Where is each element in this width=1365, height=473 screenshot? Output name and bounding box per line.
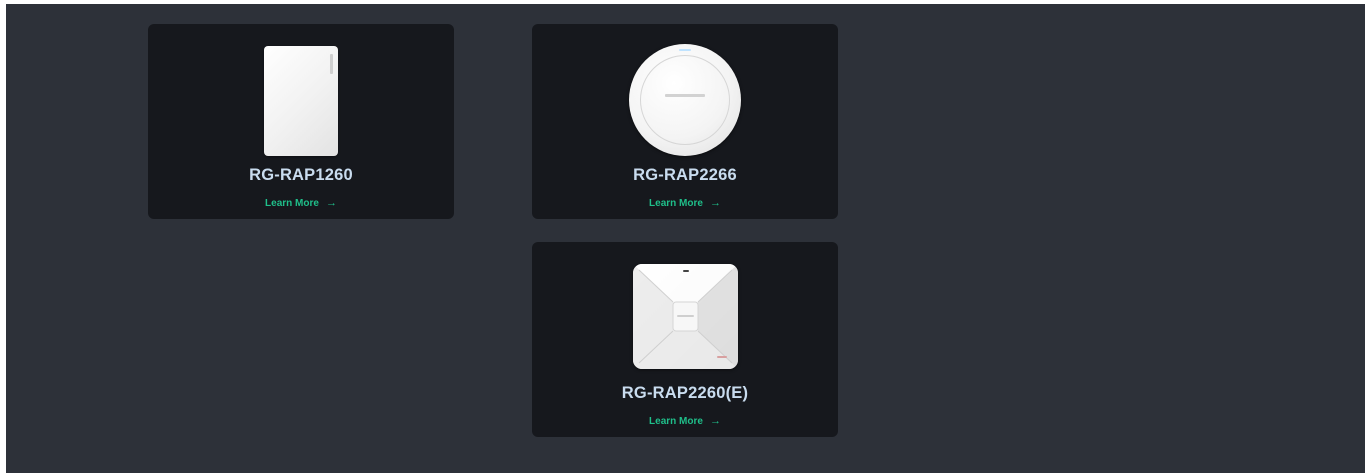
product-image[interactable] <box>532 34 838 162</box>
brand-mark <box>330 54 333 74</box>
product-image[interactable] <box>148 34 454 162</box>
product-card-rg-rap1260[interactable]: RG-RAP1260 Learn More → <box>148 24 454 219</box>
product-name[interactable]: RG-RAP2260(E) <box>532 384 838 403</box>
square-ceiling-ap-icon <box>632 263 738 369</box>
product-image[interactable] <box>532 252 838 380</box>
learn-more-label: Learn More <box>649 416 703 427</box>
product-name[interactable]: RG-RAP1260 <box>148 166 454 185</box>
ap-ring <box>640 55 730 145</box>
status-led <box>679 49 691 51</box>
learn-more-label: Learn More <box>649 198 703 209</box>
round-ceiling-ap-icon <box>629 44 741 156</box>
rectangular-panel-ap-icon <box>264 46 338 156</box>
learn-more-link[interactable]: Learn More → <box>532 415 838 427</box>
arrow-right-icon: → <box>709 415 721 427</box>
brand-mark <box>665 94 705 97</box>
page: RG-RAP1260 Learn More → RG-RAP2266 Learn … <box>0 0 1365 473</box>
learn-more-link[interactable]: Learn More → <box>148 197 454 209</box>
arrow-right-icon: → <box>325 197 337 209</box>
product-card-rg-rap2260e[interactable]: RG-RAP2260(E) Learn More → <box>532 242 838 437</box>
square-ap-facets <box>632 263 738 369</box>
product-card-rg-rap2266[interactable]: RG-RAP2266 Learn More → <box>532 24 838 219</box>
arrow-right-icon: → <box>709 197 721 209</box>
learn-more-link[interactable]: Learn More → <box>532 197 838 209</box>
product-grid-section: RG-RAP1260 Learn More → RG-RAP2266 Learn … <box>6 4 1365 473</box>
learn-more-label: Learn More <box>265 198 319 209</box>
product-name[interactable]: RG-RAP2266 <box>532 166 838 185</box>
